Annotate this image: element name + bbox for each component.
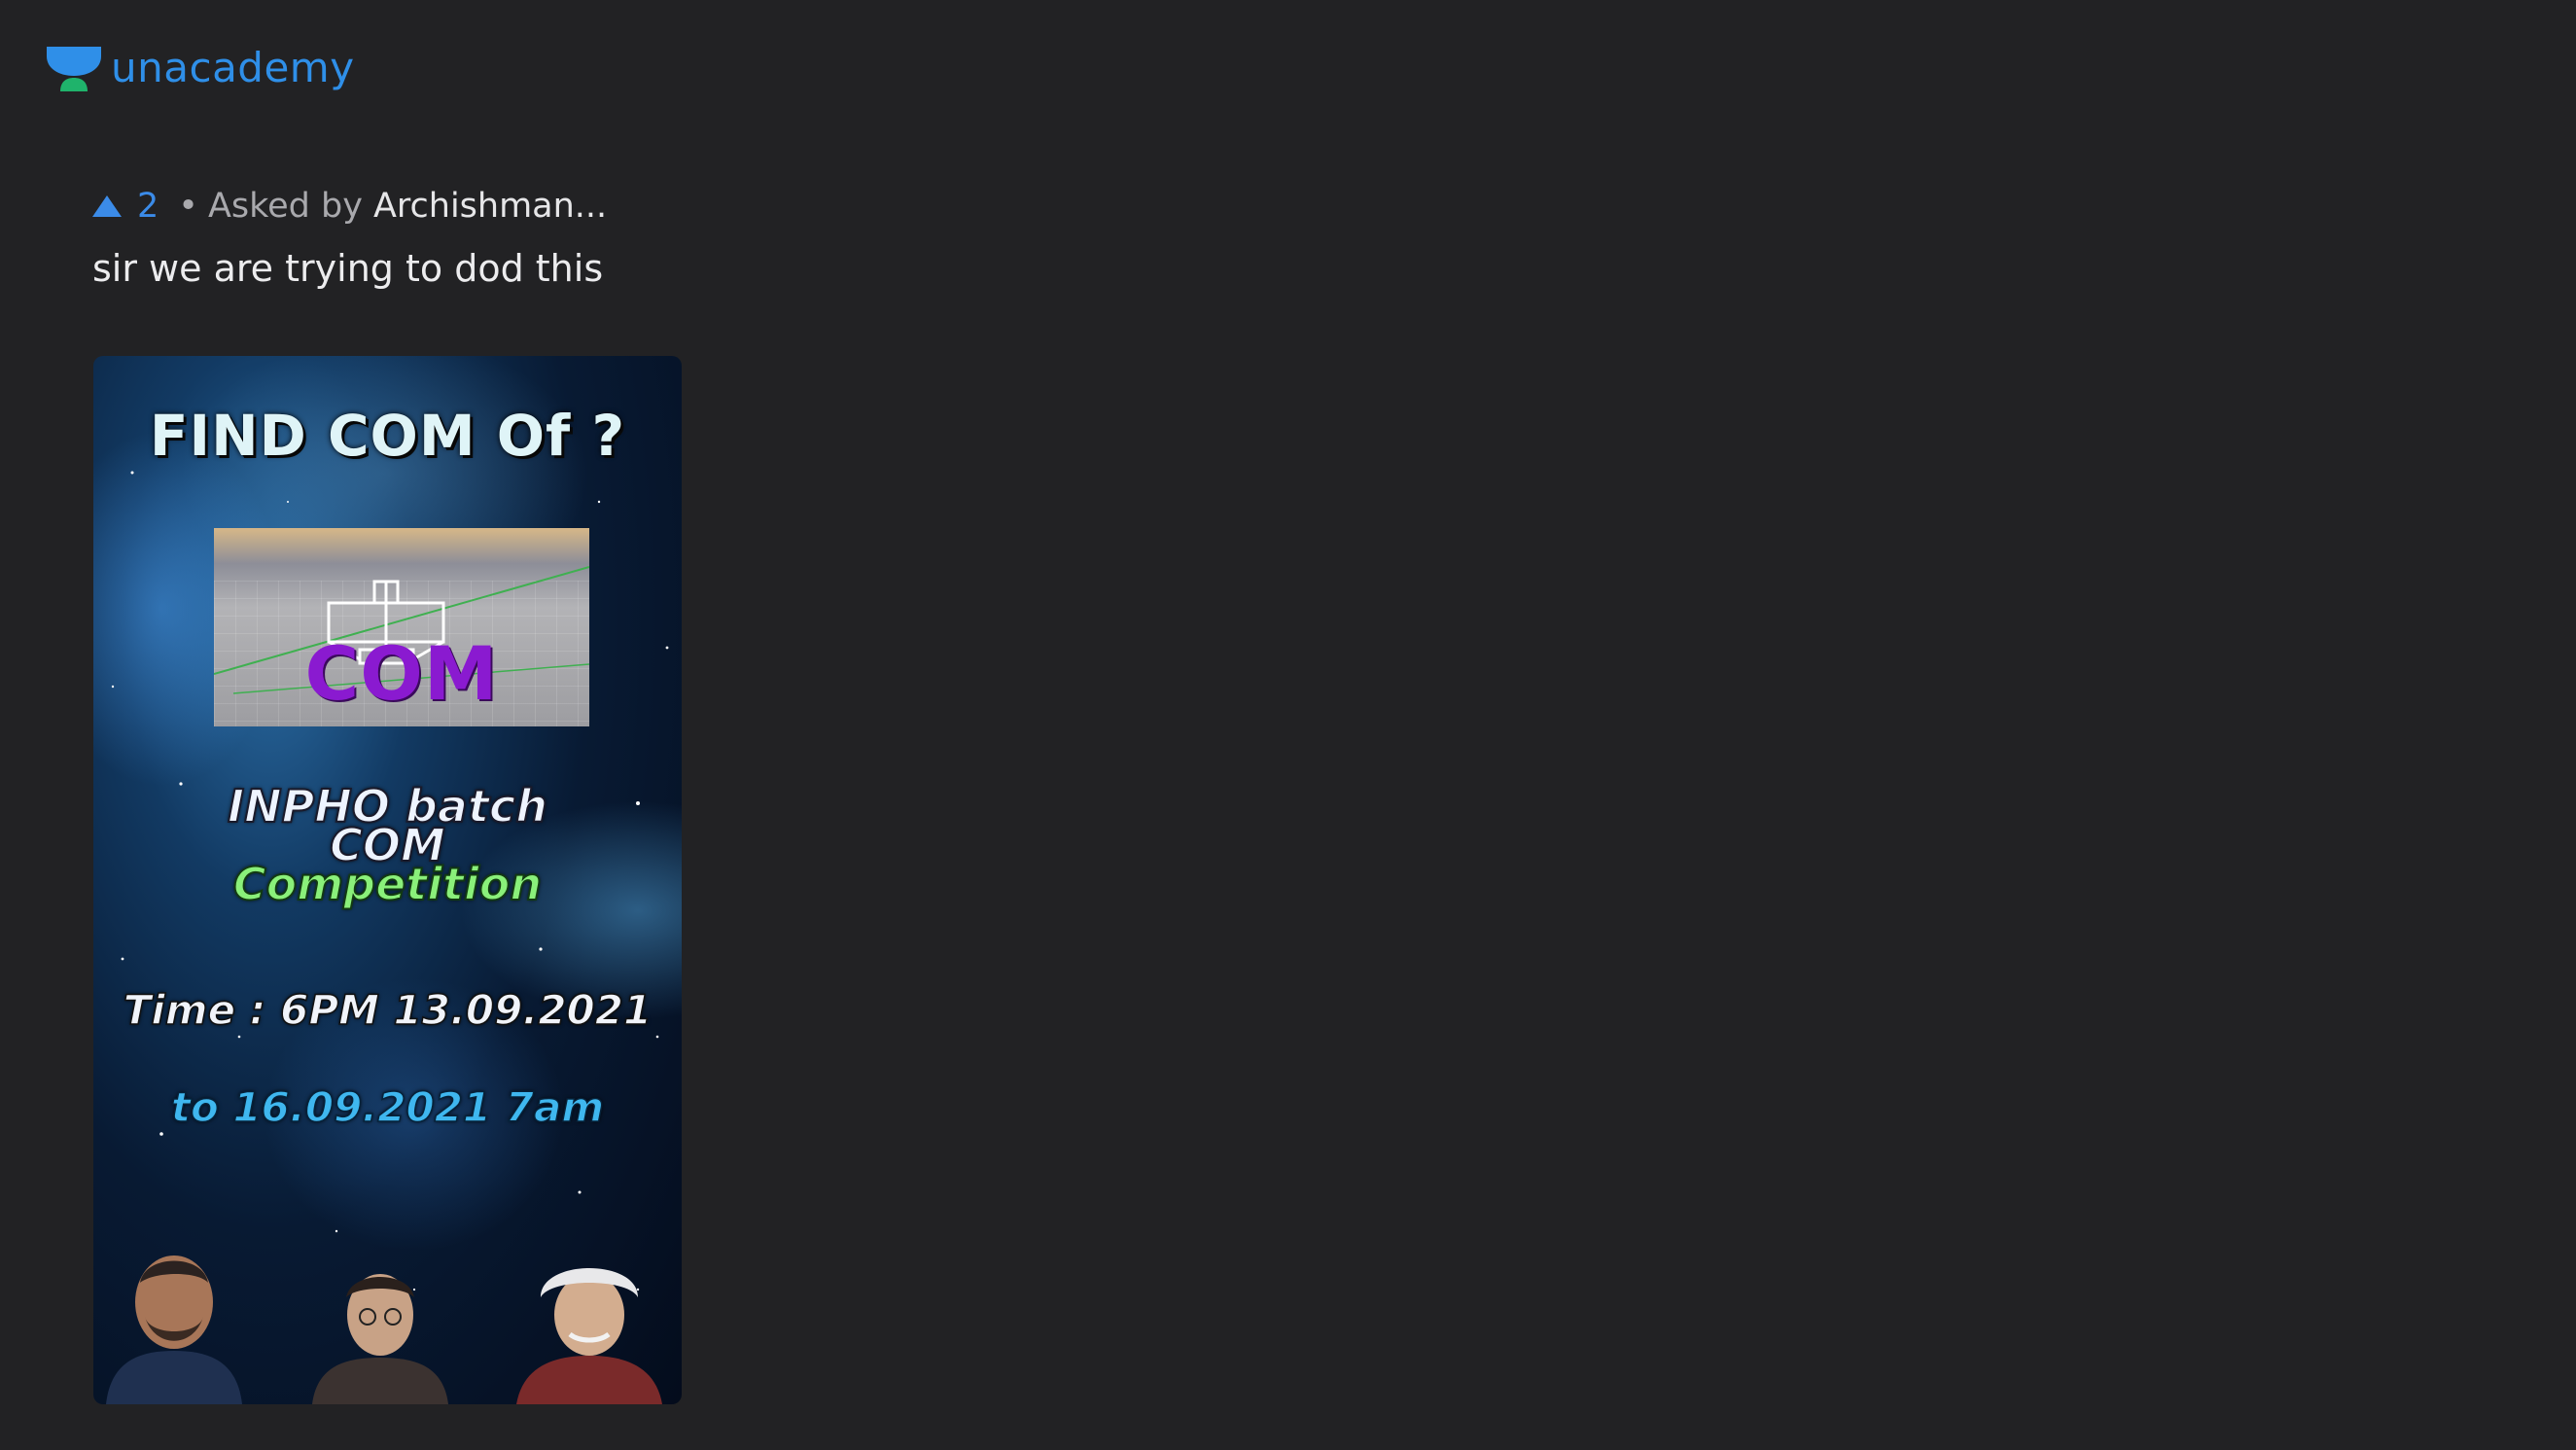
portrait-1 <box>106 1255 242 1404</box>
triangle-up-icon <box>92 187 122 226</box>
unacademy-logo[interactable]: unacademy <box>45 39 355 97</box>
portrait-3 <box>516 1268 662 1404</box>
com-inset-label: COM <box>304 630 499 717</box>
poster-time-start: Time : 6PM 13.09.2021 <box>123 986 653 1034</box>
poster-title: FIND COM Of ? <box>149 403 626 469</box>
portrait-strip <box>93 1239 682 1404</box>
question-meta: 2 • Asked by Archishman... <box>92 187 607 226</box>
portrait-2 <box>312 1274 448 1404</box>
poster-time-end: to 16.09.2021 7am <box>170 1083 605 1131</box>
com-inset-image: COM <box>214 528 589 726</box>
asker-name[interactable]: Archishman... <box>373 187 607 226</box>
brand-name: unacademy <box>111 44 355 91</box>
page: unacademy 2 • Asked by Archishman... sir… <box>0 0 2576 1450</box>
upvote-count: 2 <box>137 187 159 226</box>
asked-by-label: Asked by <box>207 187 363 226</box>
question-text: sir we are trying to dod this <box>92 247 604 290</box>
meta-separator: • <box>178 187 198 226</box>
upvote-button[interactable]: 2 <box>92 187 178 226</box>
question-attachment-image[interactable]: FIND COM Of ? COM INPHO batch COM Compet… <box>93 356 682 1404</box>
unacademy-mark-icon <box>45 43 103 93</box>
poster-line-competition: Competition <box>232 858 543 910</box>
